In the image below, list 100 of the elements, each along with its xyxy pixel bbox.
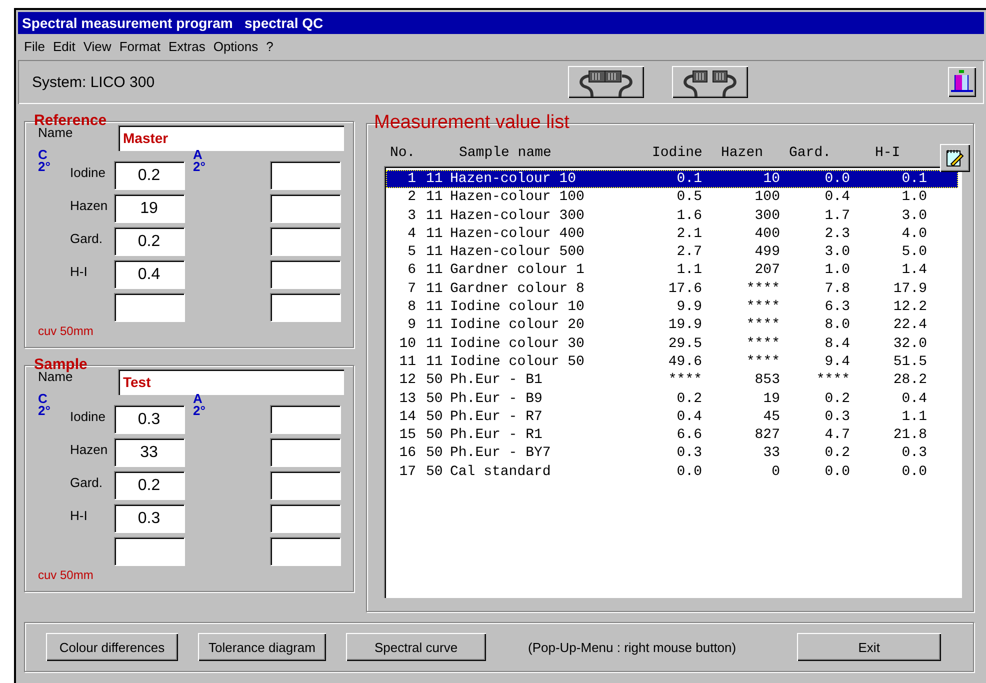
window-title: Spectral measurement program spectral QC (21, 14, 324, 33)
list-row[interactable]: 14 50 Ph.Eur - R7 0.4 45 0.3 1.1 (386, 408, 958, 426)
table-cell-text: 51.5 (892, 352, 927, 372)
value-field[interactable] (270, 194, 340, 222)
value-field[interactable] (270, 471, 340, 499)
table-cell-text: 29.5 (667, 334, 702, 353)
list-row[interactable]: 2 11 Hazen-colour 100 0.5 100 0.4 1.0 (386, 188, 958, 207)
table-cell-text: 17.6 (667, 280, 702, 298)
connect-button[interactable] (568, 66, 644, 98)
value-field[interactable]: 33 (114, 438, 184, 466)
instrument-button[interactable] (948, 67, 976, 97)
list-row[interactable]: 3 11 Hazen-colour 300 1.6 300 1.7 3.0 (386, 206, 958, 225)
edit-button[interactable] (940, 144, 970, 172)
table-cell-text: 50 (425, 462, 444, 482)
table-cell-text: 3.0 (824, 243, 850, 262)
table-cell-text: 11 (425, 188, 444, 207)
table-cell-text: 0.0 (676, 462, 702, 482)
action-button[interactable]: Exit (797, 633, 942, 661)
table-cell-text: 0.2 (824, 390, 850, 408)
list-row[interactable]: 7 11 Gardner colour 8 17.6 **** 7.8 17.9 (386, 280, 958, 298)
list-row[interactable]: 8 11 Iodine colour 10 9.9 **** 6.3 12.2 (386, 298, 958, 316)
name-field[interactable]: Test (118, 369, 344, 395)
value-field[interactable]: 0.3 (114, 405, 184, 433)
menu-item[interactable]: ? (262, 38, 278, 56)
table-cell-text: 0.2 (824, 444, 850, 463)
value-list[interactable] (384, 166, 962, 598)
table-cell-text: 0.5 (676, 188, 702, 207)
list-row[interactable]: 10 11 Iodine colour 30 29.5 **** 8.4 32.0 (386, 334, 958, 353)
table-cell-text: 11 (425, 170, 444, 188)
table-cell-text: 11 (425, 316, 444, 335)
table-cell-text: 45 (762, 408, 780, 426)
value-field[interactable] (270, 537, 340, 565)
value-field[interactable]: 0.2 (114, 471, 184, 499)
table-cell-text: 1.4 (900, 261, 927, 280)
disconnect-button[interactable] (672, 66, 748, 98)
table-cell-text: **** (745, 280, 780, 298)
column-header: No. (389, 144, 416, 163)
list-row[interactable]: 9 11 Iodine colour 20 19.9 **** 8.0 22.4 (386, 316, 958, 335)
list-row[interactable]: 12 50 Ph.Eur - B1 **** 853 **** 28.2 (386, 371, 958, 390)
table-cell-text: 9.4 (824, 352, 850, 372)
table-cell-text: 0.1 (676, 170, 702, 188)
action-button[interactable]: Spectral curve (346, 633, 486, 661)
table-cell-text: 50 (425, 426, 444, 444)
list-row[interactable]: 16 50 Ph.Eur - BY7 0.3 33 0.2 0.3 (386, 444, 958, 463)
action-button[interactable]: Colour differences (46, 633, 178, 661)
action-button[interactable]: Tolerance diagram (198, 633, 326, 661)
menu-item[interactable]: Extras (164, 38, 210, 56)
table-cell-text: Ph.Eur - B9 (450, 390, 544, 408)
table-cell-text: 11 (425, 298, 444, 316)
name-field[interactable]: Master (118, 125, 344, 151)
table-cell-text: 6.6 (676, 426, 702, 444)
table-cell-text: 0.3 (900, 444, 927, 463)
list-row[interactable]: 11 11 Iodine colour 50 49.6 **** 9.4 51.5 (386, 352, 958, 372)
value-field[interactable] (270, 293, 340, 321)
table-cell-text: 3.0 (900, 206, 927, 225)
value-field[interactable]: 0.4 (114, 260, 184, 288)
value-field[interactable] (270, 260, 340, 288)
value-field[interactable]: 0.3 (114, 504, 184, 532)
list-row[interactable]: 15 50 Ph.Eur - R1 6.6 827 4.7 21.8 (386, 426, 958, 444)
table-cell-text: 17 (398, 462, 416, 482)
table-cell-text: 32.0 (892, 334, 927, 353)
list-row[interactable]: 6 11 Gardner colour 1 1.1 207 1.0 1.4 (386, 261, 958, 280)
table-cell-text: 100 (754, 188, 780, 207)
field-label: H-I (69, 507, 88, 525)
selected-row[interactable]: 1 11 Hazen-colour 10 0.1 10 0.0 0.1 (386, 170, 958, 188)
table-cell-text: 11 (398, 352, 416, 372)
group-title: Sample (34, 356, 88, 373)
value-field[interactable] (270, 227, 340, 255)
table-cell-text: Iodine colour 50 (450, 352, 586, 372)
table-cell-text: 0.2 (676, 390, 702, 408)
table-cell-text: 3 (406, 206, 416, 225)
table-cell-text: 0.0 (824, 462, 850, 482)
value-field[interactable] (270, 504, 340, 532)
table-cell-text: 28.2 (892, 371, 927, 390)
list-row[interactable]: 17 50 Cal standard 0.0 0 0.0 0.0 (386, 462, 958, 482)
menu-item[interactable]: View (79, 38, 116, 56)
value-field[interactable] (114, 293, 184, 321)
table-cell-text: 50 (425, 371, 444, 390)
list-row[interactable]: 13 50 Ph.Eur - B9 0.2 19 0.2 0.4 (386, 390, 958, 408)
menu-item[interactable]: File (20, 38, 49, 56)
table-cell-text: 5 (406, 243, 416, 262)
value-field[interactable] (270, 161, 340, 189)
value-field[interactable] (270, 405, 340, 433)
menu-item[interactable]: Edit (48, 38, 80, 56)
list-row[interactable]: 5 11 Hazen-colour 500 2.7 499 3.0 5.0 (386, 243, 958, 262)
table-cell-text: **** (745, 316, 780, 335)
value-field[interactable]: 0.2 (114, 227, 184, 255)
table-cell-text: Iodine colour 20 (450, 316, 586, 335)
column-header: H-I (874, 144, 902, 163)
value-field[interactable] (114, 537, 184, 565)
table-cell-text: 1 (406, 170, 416, 188)
value-field[interactable]: 19 (114, 194, 184, 222)
table-cell-text: 8.4 (824, 334, 850, 353)
menu-item[interactable]: Format (115, 38, 164, 56)
list-row[interactable]: 4 11 Hazen-colour 400 2.1 400 2.3 4.0 (386, 224, 958, 244)
value-field[interactable]: 0.2 (114, 161, 184, 189)
value-field[interactable] (270, 438, 340, 466)
table-cell-text: 2.1 (676, 224, 702, 244)
table-cell-text: 0.0 (900, 462, 927, 482)
menu-item[interactable]: Options (209, 38, 262, 56)
